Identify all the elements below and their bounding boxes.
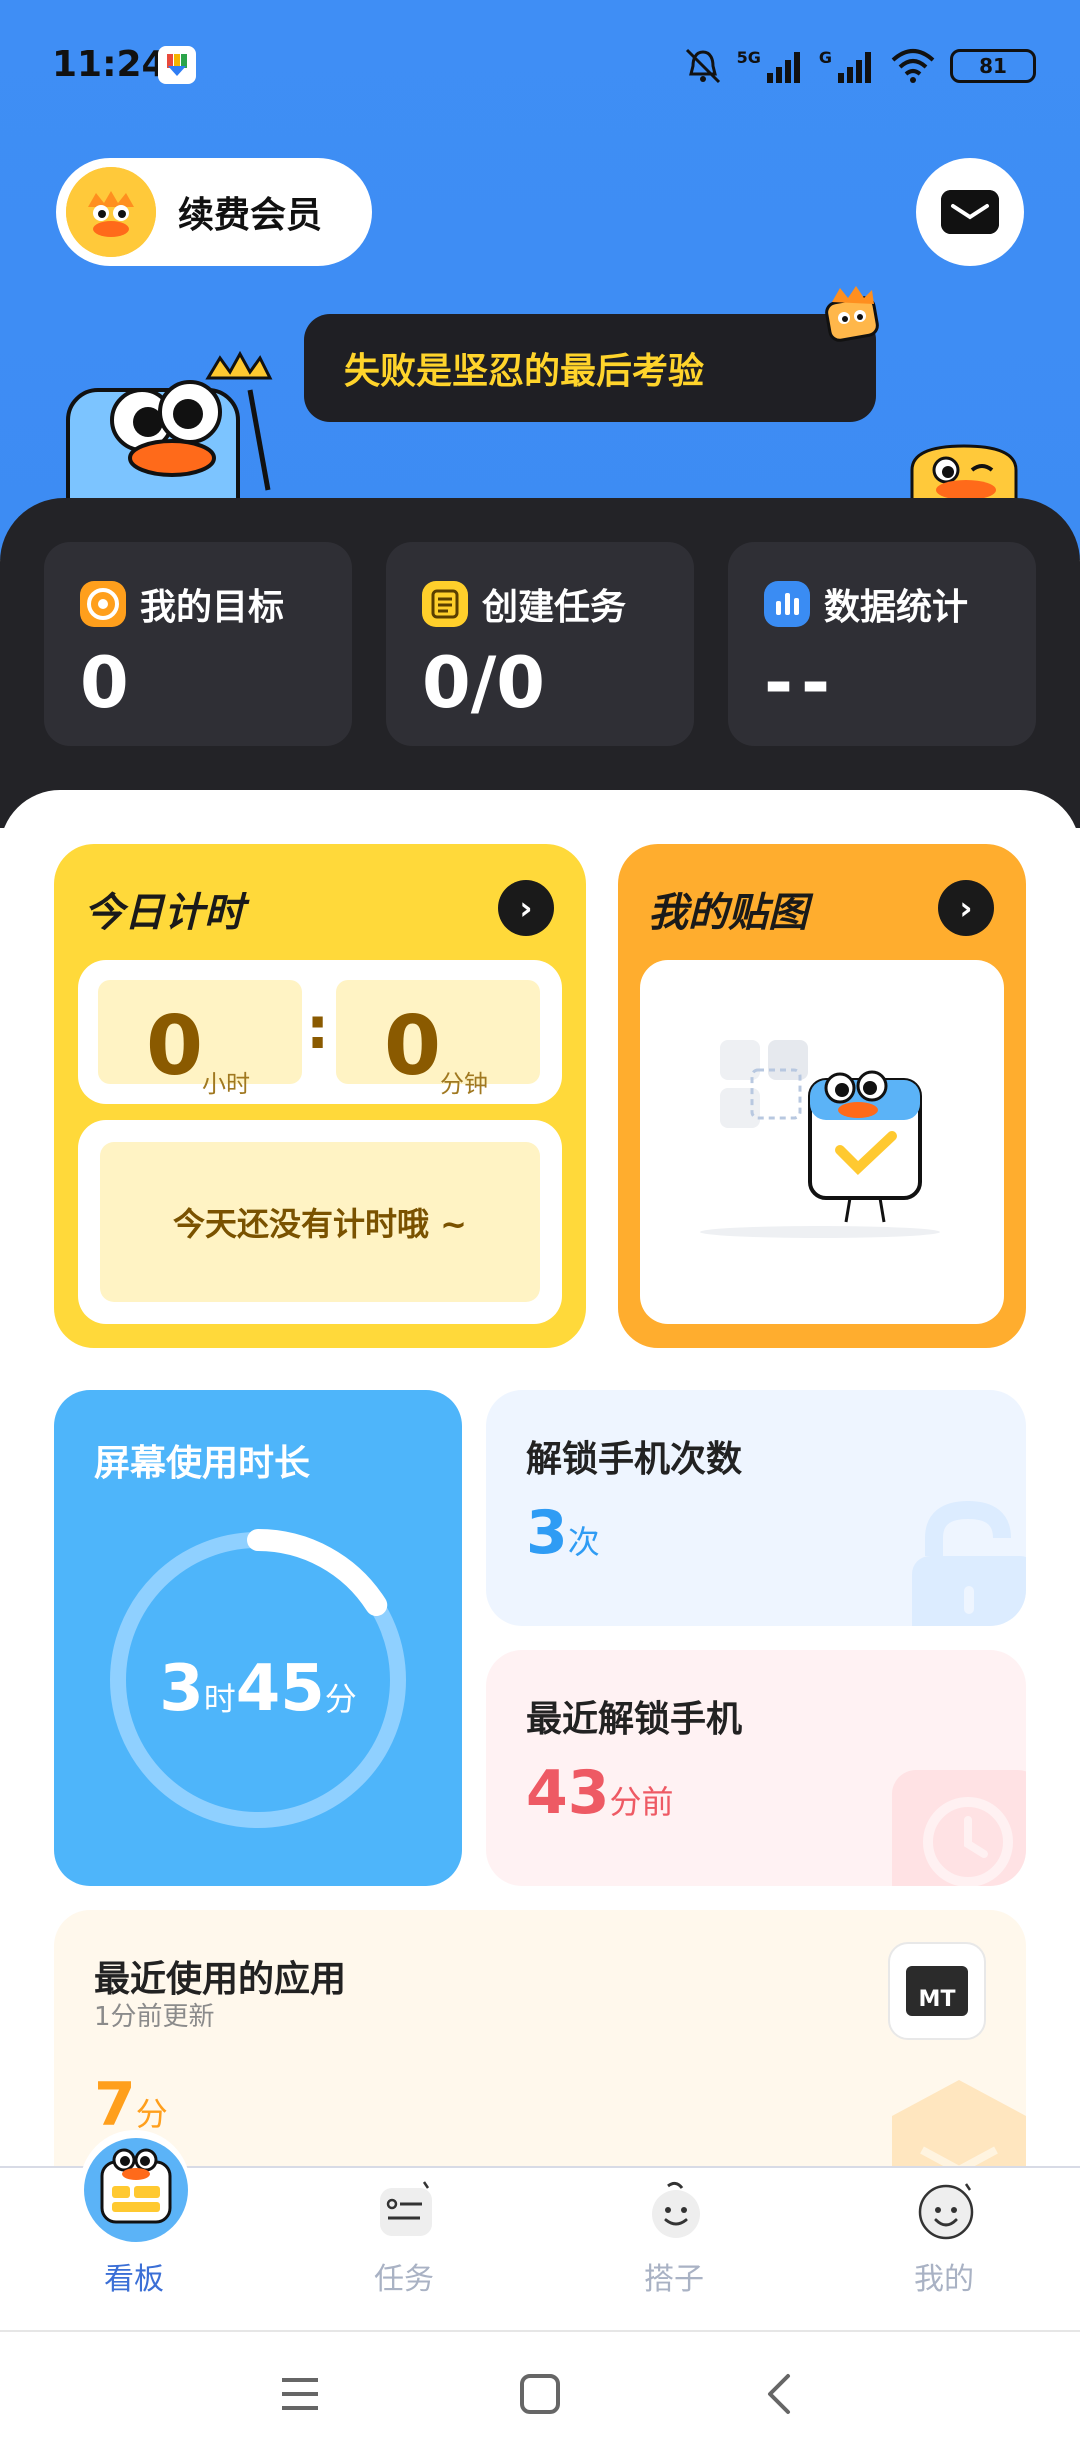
buddy-face-icon	[652, 2181, 700, 2238]
wifi-icon	[891, 49, 935, 83]
nav-tab-dashboard[interactable]: 看板	[24, 2138, 244, 2330]
mt-manager-app-icon[interactable]: MT	[888, 1942, 986, 2040]
unlock-count-card[interactable]: 解锁手机次数 3次	[486, 1390, 1026, 1626]
profile-face-icon	[918, 2183, 974, 2240]
stat-value: --	[764, 642, 839, 724]
hours-cell: 0 小时	[98, 980, 302, 1098]
nav-label: 看板	[104, 2262, 164, 2297]
my-goals-card[interactable]: 我的目标 0	[44, 542, 352, 746]
chevron-right-icon[interactable]: ›	[498, 880, 554, 936]
clock-icon	[892, 1770, 1026, 1886]
crown-duck-icon	[822, 286, 882, 344]
screen-minutes-unit: 分	[324, 1680, 357, 1718]
vip-label: 续费会员	[178, 195, 323, 236]
recent-apps-subtitle: 1分前更新	[94, 2002, 215, 2032]
screen-hours: 3	[159, 1652, 204, 1726]
hours-unit: 小时	[202, 1070, 250, 1098]
chevron-right-icon[interactable]: ›	[938, 880, 994, 936]
screen-hours-unit: 时	[203, 1680, 236, 1718]
mascot-illustration	[60, 350, 310, 532]
screen-time-title: 屏幕使用时长	[94, 1443, 311, 1484]
nav-label: 我的	[914, 2262, 974, 2297]
signal-icon-2	[838, 52, 871, 83]
recent-unlock-card[interactable]: 最近解锁手机 43分前	[486, 1650, 1026, 1886]
bar-chart-icon	[764, 581, 810, 627]
screen-time-value: 3时45分	[54, 1652, 462, 1726]
screen-time-card[interactable]: 屏幕使用时长 3时45分	[54, 1390, 462, 1886]
motivation-text: 失败是坚忍的最后考验	[344, 351, 705, 392]
timer-card-title: 今日计时	[84, 890, 244, 936]
nav-label: 搭子	[644, 2262, 704, 2297]
hours-value: 0	[146, 999, 204, 1094]
message-button[interactable]	[916, 158, 1024, 266]
minutes-unit: 分钟	[440, 1070, 488, 1098]
battery-indicator: 81	[950, 49, 1036, 83]
sticker-preview	[640, 960, 1004, 1324]
nav-tab-tasks[interactable]: 任务	[294, 2166, 514, 2330]
target-icon	[80, 581, 126, 627]
duck-avatar-icon	[66, 167, 156, 257]
unlock-count-unit: 次	[567, 1523, 600, 1561]
motivation-bubble: 失败是坚忍的最后考验	[304, 314, 876, 422]
minutes-value: 0	[384, 999, 442, 1094]
network-type-1: 5G	[736, 47, 761, 67]
menu-icon[interactable]	[278, 2372, 322, 2416]
stat-label: 数据统计	[824, 587, 969, 628]
sticker-mascot-icon	[700, 1040, 940, 1238]
status-icons: 5G G 81	[683, 40, 1036, 92]
stat-label: 我的目标	[140, 587, 285, 628]
stat-value: 0	[80, 642, 129, 724]
recent-unlock-number: 43	[526, 1758, 610, 1828]
nav-label: 任务	[374, 2262, 434, 2297]
timer-empty-text: 今天还没有计时哦 ~	[100, 1142, 540, 1302]
mail-icon	[941, 190, 999, 234]
today-timer-card[interactable]: 今日计时 › 0 小时 : 0 分钟 今天还没有计时哦 ~	[54, 844, 586, 1348]
renew-vip-button[interactable]: 续费会员	[56, 158, 372, 266]
recent-unlock-unit: 分前	[609, 1783, 674, 1821]
stat-value: 0/0	[422, 642, 545, 724]
signal-icon	[766, 52, 800, 83]
timer-display: 0 小时 : 0 分钟	[78, 960, 562, 1104]
screen-minutes: 45	[235, 1652, 325, 1726]
dashboard-mascot-icon	[84, 2138, 188, 2242]
unlock-count-value: 3次	[526, 1498, 600, 1568]
task-list-icon	[422, 581, 468, 627]
network-type-2: G	[818, 47, 832, 67]
download-notification-icon	[158, 46, 196, 84]
nav-tab-me[interactable]: 我的	[834, 2166, 1054, 2330]
recent-apps-unit: 分	[135, 2095, 168, 2133]
unlock-count-title: 解锁手机次数	[526, 1439, 743, 1480]
time-colon: :	[306, 994, 330, 1062]
task-list-icon	[380, 2181, 432, 2236]
home-icon[interactable]	[518, 2372, 562, 2416]
lock-icon	[912, 1500, 1026, 1626]
nav-tab-buddy[interactable]: 搭子	[564, 2166, 784, 2330]
minutes-cell: 0 分钟	[336, 980, 540, 1098]
unlock-count-number: 3	[526, 1498, 568, 1568]
timer-empty-box: 今天还没有计时哦 ~	[78, 1120, 562, 1324]
status-time: 11:24	[52, 44, 167, 85]
sticker-card-title: 我的贴图	[648, 890, 808, 936]
recent-unlock-title: 最近解锁手机	[526, 1699, 743, 1740]
recent-unlock-value: 43分前	[526, 1758, 674, 1828]
battery-level: 81	[979, 54, 1007, 78]
create-task-card[interactable]: 创建任务 0/0	[386, 542, 694, 746]
my-stickers-card[interactable]: 我的贴图 ›	[618, 844, 1026, 1348]
recent-apps-title: 最近使用的应用	[94, 1959, 347, 2000]
mute-bell-icon	[685, 48, 720, 84]
back-icon[interactable]	[758, 2372, 802, 2416]
mt-app-label: MT	[906, 1966, 968, 2016]
data-statistics-card[interactable]: 数据统计 --	[728, 542, 1036, 746]
stat-label: 创建任务	[482, 587, 627, 628]
